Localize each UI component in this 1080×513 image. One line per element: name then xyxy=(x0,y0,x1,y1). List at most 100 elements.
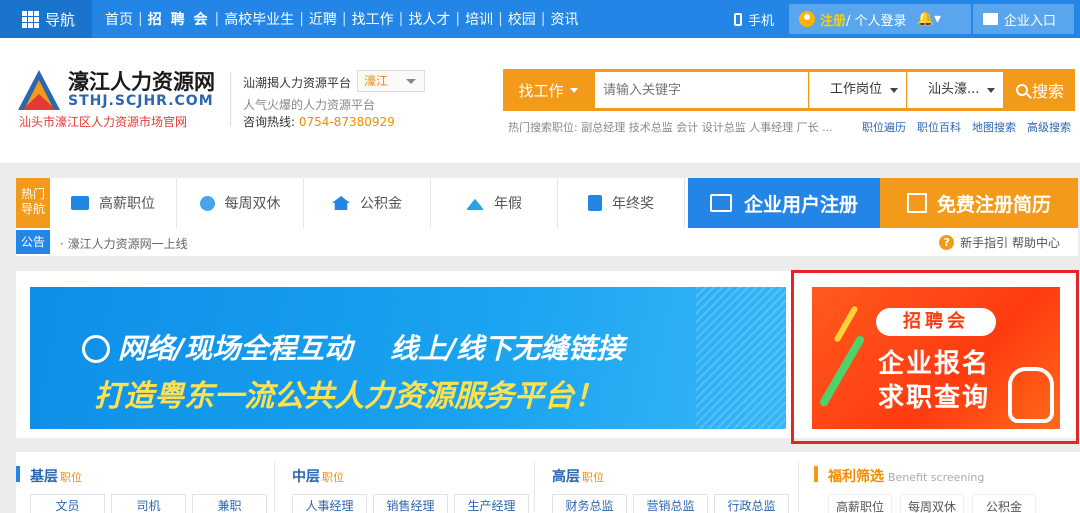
welfare-chip[interactable]: 公积金 xyxy=(972,494,1036,513)
nav-link-news[interactable]: 资讯 xyxy=(546,9,584,29)
enterprise-register-button[interactable]: 企业用户注册 xyxy=(688,178,880,228)
header-divider xyxy=(230,72,231,126)
quick-link-position-wiki[interactable]: 职位百科 xyxy=(917,119,961,135)
column-divider xyxy=(798,462,799,512)
category-high-salary[interactable]: 高薪职位 xyxy=(50,178,177,228)
area-select-value: 汕头濠... xyxy=(928,82,980,97)
job-chip[interactable]: 生产经理 xyxy=(454,494,529,513)
column-divider xyxy=(274,462,275,512)
nav-separator: | xyxy=(299,11,304,27)
announcement-bar: 公告 · 濠江人力资源网一上线 ? 新手指引 帮助中心 xyxy=(16,228,1078,256)
quick-link-map-search[interactable]: 地图搜索 xyxy=(972,119,1016,135)
enterprise-entry-button[interactable]: 企业入口 xyxy=(973,4,1074,34)
column-divider xyxy=(534,462,535,512)
mobile-link[interactable]: 手机 xyxy=(734,0,774,38)
banner-stripe-decoration xyxy=(696,287,786,429)
site-logo-icon[interactable] xyxy=(16,68,62,112)
chevron-down-icon xyxy=(890,88,898,93)
banner-headline-a: 网络/现场全程互动 xyxy=(118,332,353,365)
job-column-middle: 中层 职位 人事经理 销售经理 生产经理 xyxy=(278,452,536,513)
announcement-tag: 公告 xyxy=(16,230,50,254)
hotline: 咨询热线: 0754-87380929 xyxy=(243,113,395,130)
menu-button[interactable]: 导航 xyxy=(0,0,92,38)
main-banner[interactable]: 网络/现场全程互动 线上/线下无缝链接 打造粤东一流公共人力资源服务平台！ xyxy=(30,287,786,429)
user-icon xyxy=(799,11,815,27)
welfare-title-text: 福利筛选 xyxy=(828,469,884,485)
nav-link-recent-hiring[interactable]: 近聘 xyxy=(304,9,342,29)
column-title: 基层 职位 xyxy=(30,466,82,486)
quick-link-position-list[interactable]: 职位遍历 xyxy=(862,119,906,135)
nav-link-find-job[interactable]: 找工作 xyxy=(347,9,399,29)
nav-link-job-fair[interactable]: 招 聘 会 xyxy=(143,9,215,29)
hot-navigation-tag: 热门导航 xyxy=(16,178,50,228)
nav-separator: | xyxy=(540,11,546,27)
edit-icon xyxy=(906,193,927,213)
search-bar: 找工作 工作岗位 汕头濠... 搜索 xyxy=(503,69,1075,111)
gear-icon xyxy=(199,195,215,211)
hot-navigation-strip: 热门导航 高薪职位 每周双休 公积金 年假 年终奖 企业用户注册 免费注册简历 xyxy=(16,178,1078,228)
job-chip[interactable]: 财务总监 xyxy=(552,494,627,513)
hot-search-keywords[interactable]: 热门搜索职位: 副总经理 技术总监 会计 设计总监 人事经理 厂长 ... xyxy=(508,119,833,135)
nav-separator: | xyxy=(498,11,503,27)
column-title: 高层 职位 xyxy=(552,466,604,486)
resume-register-button[interactable]: 免费注册简历 xyxy=(880,178,1078,228)
announcement-text[interactable]: · 濠江人力资源网一上线 xyxy=(60,235,188,252)
job-chip[interactable]: 营销总监 xyxy=(633,494,708,513)
nav-separator: | xyxy=(138,11,143,27)
job-chip[interactable]: 兼职 xyxy=(192,494,267,513)
column-title-text: 中层 xyxy=(292,469,320,485)
platform-label: 汕潮揭人力资源平台 xyxy=(243,76,352,90)
job-chips: 人事经理 销售经理 生产经理 xyxy=(292,494,529,513)
welfare-chip[interactable]: 高薪职位 xyxy=(828,494,892,513)
category-housing-fund[interactable]: 公积金 xyxy=(304,178,431,228)
column-title: 中层 职位 xyxy=(292,466,344,486)
register-link[interactable]: 注册 xyxy=(820,10,846,29)
mobile-label: 手机 xyxy=(748,13,775,29)
nav-separator: | xyxy=(455,11,461,27)
search-button-label: 搜索 xyxy=(1031,82,1064,101)
category-label: 年终奖 xyxy=(612,196,654,212)
column-title-suffix: 职位 xyxy=(582,471,604,484)
search-category-select[interactable]: 找工作 xyxy=(503,69,593,111)
region-value: 濠江 xyxy=(364,74,389,88)
bell-icon[interactable]: 🔔▾ xyxy=(917,11,941,27)
nav-link-training[interactable]: 培训 xyxy=(460,9,498,29)
site-name[interactable]: 濠江人力资源网 xyxy=(68,66,215,96)
job-fair-pill: 招聘会 xyxy=(876,308,996,336)
search-button[interactable]: 搜索 xyxy=(1005,69,1075,111)
job-column-senior: 高层 职位 财务总监 营销总监 行政总监 xyxy=(538,452,798,513)
region-select[interactable]: 濠江 xyxy=(357,70,425,92)
area-select[interactable]: 汕头濠... xyxy=(907,72,1003,108)
job-chip[interactable]: 司机 xyxy=(111,494,186,513)
job-chip[interactable]: 人事经理 xyxy=(292,494,367,513)
search-input[interactable] xyxy=(595,72,808,108)
enterprise-register-label: 企业用户注册 xyxy=(743,193,858,216)
quick-link-advanced-search[interactable]: 高级搜索 xyxy=(1027,119,1071,135)
hand-pointer-icon xyxy=(1008,367,1054,423)
banner-headline: 网络/现场全程互动 线上/线下无缝链接 xyxy=(82,327,624,367)
category-weekends-off[interactable]: 每周双休 xyxy=(177,178,304,228)
nav-link-campus[interactable]: 校园 xyxy=(503,9,541,29)
chevron-down-icon xyxy=(987,88,995,93)
help-links-text[interactable]: 新手指引 帮助中心 xyxy=(960,234,1060,251)
slogan: 人气火爆的人力资源平台 xyxy=(243,98,376,112)
job-chip[interactable]: 行政总监 xyxy=(714,494,789,513)
job-categories-section: 基层 职位 文员 司机 兼职 中层 职位 人事经理 销售经理 生产经理 高层 职位 财… xyxy=(16,452,1080,513)
nav-separator: | xyxy=(214,11,220,27)
welfare-chip[interactable]: 每周双休 xyxy=(900,494,964,513)
welfare-accent-bar xyxy=(814,466,818,482)
job-column-junior: 基层 职位 文员 司机 兼职 xyxy=(16,452,274,513)
job-fair-promo-banner[interactable]: 招聘会 企业报名 求职查询 xyxy=(812,287,1060,429)
category-year-end-bonus[interactable]: 年终奖 xyxy=(558,178,685,228)
job-chip[interactable]: 销售经理 xyxy=(373,494,448,513)
nav-link-home[interactable]: 首页 xyxy=(100,9,138,29)
welfare-subtitle: Benefit screening xyxy=(888,471,985,484)
position-select[interactable]: 工作岗位 xyxy=(809,72,906,108)
nav-link-find-talent[interactable]: 找人才 xyxy=(403,9,455,29)
beach-icon xyxy=(466,198,484,210)
personal-login-link[interactable]: / 个人登录 xyxy=(846,10,907,29)
job-chip[interactable]: 文员 xyxy=(30,494,105,513)
help-icon: ? xyxy=(939,235,955,250)
category-annual-leave[interactable]: 年假 xyxy=(431,178,558,228)
nav-link-graduates[interactable]: 高校毕业生 xyxy=(219,9,299,29)
